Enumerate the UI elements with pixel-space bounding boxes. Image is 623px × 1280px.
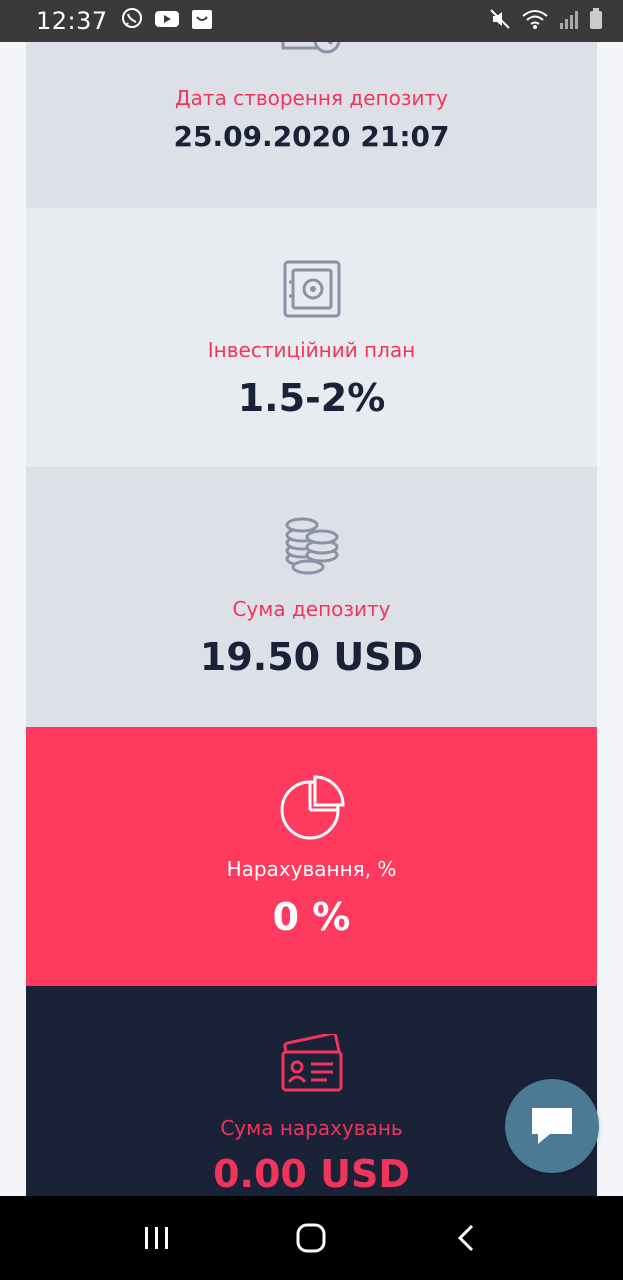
viber-icon [120,7,144,35]
accrual-sum-value: 0.00 USD [213,1152,410,1196]
accrual-percent-label: Нарахування, % [226,857,397,881]
youtube-icon [154,9,180,33]
status-left-icons [120,7,214,35]
card-deposit-sum: Сума депозиту 19.50 USD [26,467,597,727]
card-deposit-date: Дата створення депозиту 25.09.2020 21:07 [26,42,597,208]
recent-apps-button[interactable] [127,1208,187,1268]
investment-plan-label: Інвестиційний план [207,338,416,362]
status-time: 12:37 [36,7,108,35]
coins-icon [285,517,338,575]
home-button[interactable] [281,1208,341,1268]
back-button[interactable] [436,1208,496,1268]
shopping-bag-icon [190,7,214,35]
deposit-sum-label: Сума депозиту [232,597,391,621]
status-bar: 12:37 [0,0,623,42]
deposit-date-label: Дата створення депозиту [175,86,448,110]
chat-button[interactable] [505,1079,599,1173]
id-card-icon [281,1034,343,1092]
card-accrual-sum: Сума нарахувань 0.00 USD [26,986,597,1196]
back-icon [457,1224,473,1252]
investment-plan-value: 1.5-2% [237,376,386,420]
home-icon [296,1223,326,1253]
deposit-details: Дата створення депозиту 25.09.2020 21:07… [26,42,597,1196]
deposit-sum-value: 19.50 USD [199,635,424,679]
battery-icon [589,8,603,34]
deposit-date-value: 25.09.2020 21:07 [173,120,450,153]
navigation-bar [0,1196,623,1280]
status-right-icons [489,8,603,34]
calendar-clock-icon [281,42,340,54]
chat-bubble-icon [532,1108,572,1144]
safe-icon [283,260,340,318]
wifi-icon [521,8,549,34]
card-accrual-percent: Нарахування, % 0 % [26,727,597,986]
accrual-percent-value: 0 % [272,895,351,939]
signal-icon [559,8,579,34]
pie-chart-icon [280,775,345,840]
card-investment-plan: Інвестиційний план 1.5-2% [26,208,597,467]
recent-apps-icon [145,1227,169,1249]
mute-icon [489,8,511,34]
